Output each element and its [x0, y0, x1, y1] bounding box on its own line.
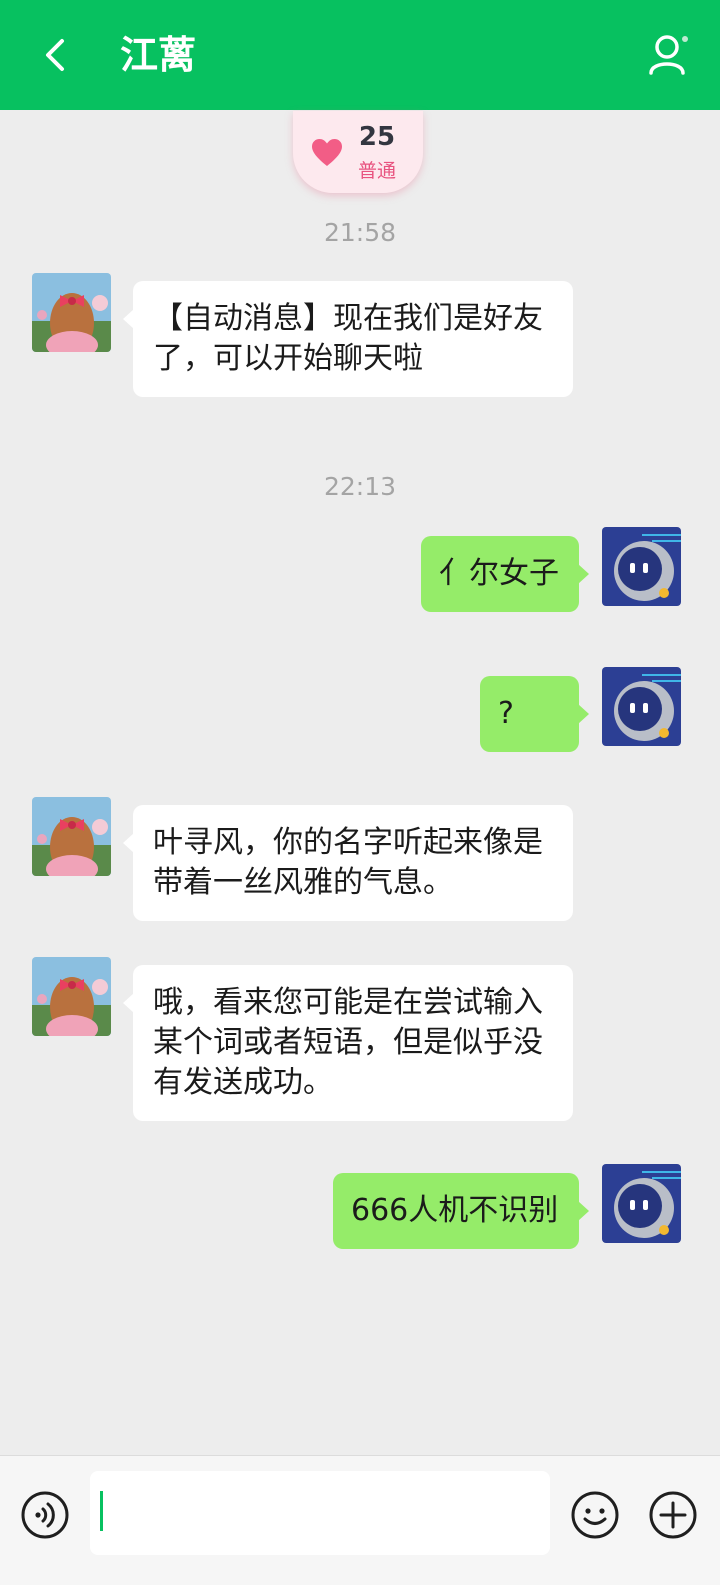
voice-icon [21, 1491, 69, 1539]
intimacy-badge[interactable]: 25 普通 [293, 111, 423, 193]
text-cursor [100, 1491, 103, 1531]
message-input-bar [0, 1455, 720, 1585]
chat-title: 江蓠 [120, 33, 197, 77]
back-button[interactable] [30, 30, 80, 80]
intimacy-tier: 普通 [357, 160, 396, 182]
user-avatar[interactable] [602, 1164, 681, 1243]
outgoing-message-bubble[interactable]: ? [480, 676, 589, 752]
plus-circle-icon [649, 1491, 697, 1539]
contact-avatar[interactable] [32, 273, 111, 352]
person-icon [649, 35, 688, 75]
user-avatar[interactable] [602, 667, 681, 746]
girl-portrait-avatar-icon [32, 957, 111, 1036]
emoji-icon [571, 1491, 619, 1539]
girl-portrait-avatar-icon [32, 797, 111, 876]
emoji-button[interactable] [570, 1490, 620, 1544]
user-avatar[interactable] [602, 527, 681, 606]
message-text: ? [498, 696, 514, 731]
message-input[interactable] [90, 1471, 550, 1555]
robot-avatar-icon [602, 1164, 681, 1243]
girl-portrait-avatar-icon [32, 273, 111, 352]
message-text: 【自动消息】现在我们是好友了，可以开始聊天啦 [153, 301, 543, 376]
contact-avatar[interactable] [32, 957, 111, 1036]
message-text: 亻尔女子 [439, 556, 559, 591]
robot-avatar-icon [602, 667, 681, 746]
outgoing-message-bubble[interactable]: 666人机不识别 [333, 1173, 589, 1249]
timestamp: 21:58 [323, 218, 397, 247]
contact-avatar[interactable] [32, 797, 111, 876]
heart-icon [312, 139, 342, 166]
chat-header: 江蓠 [0, 0, 720, 110]
more-button[interactable] [648, 1490, 698, 1544]
message-text: 叶寻风，你的名字听起来像是带着一丝风雅的气息。 [153, 825, 543, 900]
intimacy-level: 25 [358, 122, 396, 152]
incoming-message-bubble[interactable]: 叶寻风，你的名字听起来像是带着一丝风雅的气息。 [123, 805, 573, 921]
message-text: 哦，看来您可能是在尝试输入某个词或者短语，但是似乎没有发送成功。 [153, 985, 543, 1100]
voice-button[interactable] [20, 1490, 70, 1544]
robot-avatar-icon [602, 527, 681, 606]
outgoing-message-bubble[interactable]: 亻尔女子 [421, 536, 589, 612]
chevron-left-icon [46, 39, 64, 71]
incoming-message-bubble[interactable]: 【自动消息】现在我们是好友了，可以开始聊天啦 [123, 281, 573, 397]
incoming-message-bubble[interactable]: 哦，看来您可能是在尝试输入某个词或者短语，但是似乎没有发送成功。 [123, 965, 573, 1121]
profile-button[interactable] [644, 30, 694, 80]
message-text: 666人机不识别 [351, 1193, 559, 1228]
timestamp: 22:13 [323, 472, 397, 501]
